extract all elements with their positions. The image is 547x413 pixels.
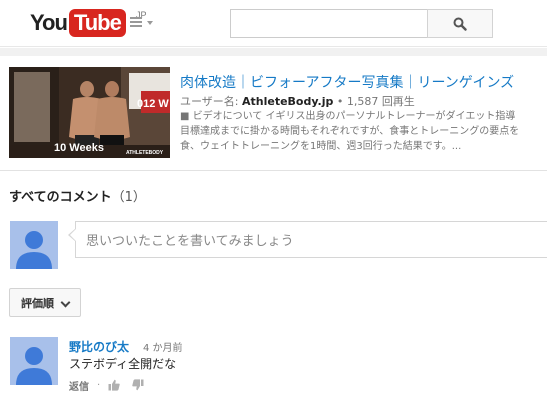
compose-pointer-inner [70,229,76,241]
search-input[interactable] [230,9,428,38]
video-thumbnail[interactable]: 012 W 10 Weeks ATHLETEBODY [9,67,170,158]
compose-placeholder: 思いついたことを書いてみましょう [86,234,294,249]
comment-author-avatar[interactable] [10,337,58,385]
comment-text: ステボディ全開だな [69,357,177,371]
comment-timestamp[interactable]: 4 か月前 [143,339,183,354]
thumbs-down-icon[interactable] [132,379,144,391]
thumbs-up-icon[interactable] [108,379,120,391]
default-avatar-icon [10,221,58,269]
search-button[interactable] [427,9,493,38]
description-line: 目標達成までに掛かる時間もそれぞれですが、食事とトレーニングの要点を [180,126,520,137]
section-divider [0,170,547,171]
caret-down-icon [147,21,153,25]
comment-author-link[interactable]: 野比のび太 [69,338,129,355]
comments-count: （1） [111,190,146,205]
channel-link[interactable]: AthleteBody.jp [242,95,333,108]
comments-heading-label: すべてのコメント [9,190,112,205]
youtube-logo[interactable]: You Tube JP [30,9,147,37]
uploader-prefix: ユーザー名: [180,95,242,108]
chevron-down-icon [60,297,71,308]
sort-label: 評価順 [21,296,54,310]
comment-compose-box[interactable]: 思いついたことを書いてみましょう [75,221,547,258]
hamburger-icon [130,17,142,29]
comments-heading: すべてのコメント（1） [9,186,146,205]
header-separator-band [0,48,547,56]
thumbnail-caption: 10 Weeks [54,142,104,154]
sort-dropdown-button[interactable]: 評価順 [9,288,81,317]
comment-actions: 返信 · [69,378,156,393]
description-line: 食、ウェイトトレーニングを1時間、週3回行った結果です。... [180,141,462,152]
thumbnail-sign-text: 012 W [137,98,169,110]
video-meta: ユーザー名: AthleteBody.jp • 1,587 回再生 [180,93,415,109]
logo-text-tube: Tube [68,9,126,37]
avatar [10,221,58,269]
masthead: You Tube JP [0,0,547,47]
video-title-link[interactable]: 肉体改造｜ビフォーアフター写真集｜リーンゲインズ [180,72,514,92]
thumbnail-brand: ATHLETEBODY [126,150,164,156]
thumbnail-image: 012 W 10 Weeks ATHLETEBODY [9,67,170,158]
description-line: ■ ビデオについて イギリス出身のパーソナルトレーナーがダイエット指導 [180,111,516,122]
logo-text-you: You [30,10,68,35]
reply-button[interactable]: 返信 [69,378,89,393]
action-separator: · [97,379,101,391]
guide-menu-button[interactable] [130,17,156,31]
default-avatar-icon [10,337,58,385]
video-description: ■ ビデオについて イギリス出身のパーソナルトレーナーがダイエット指導 目標達成… [180,109,547,154]
search-icon [453,17,467,31]
view-count: • 1,587 回再生 [333,95,415,108]
